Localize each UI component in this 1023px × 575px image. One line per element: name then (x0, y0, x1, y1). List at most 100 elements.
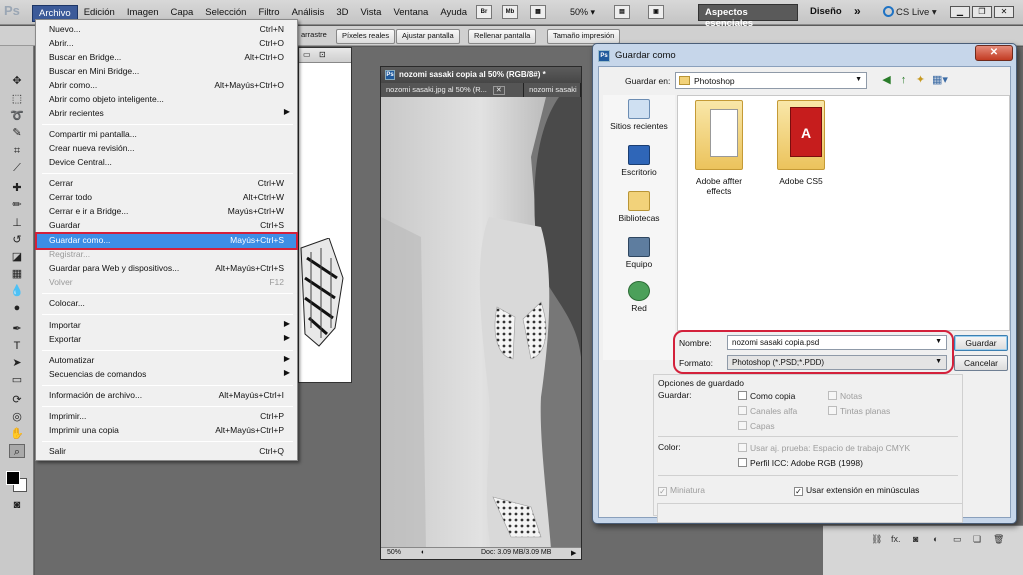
file-item-folder[interactable]: Adobe affter effects (684, 100, 754, 196)
menu-item-imprimir-copia[interactable]: Imprimir una copia Alt+Mayús+Ctrl+P (37, 424, 296, 438)
foreground-color-swatch[interactable] (6, 471, 20, 485)
view-menu-icon[interactable]: ▦▾ (932, 74, 948, 87)
menu-item-registrar[interactable]: Registrar... (37, 248, 296, 262)
workspace-essentials-button[interactable]: Aspectos esenciales (698, 4, 798, 29)
menu-item-crear-revision[interactable]: Crear nueva revisión... (37, 142, 296, 156)
menu-item-cerrar[interactable]: Cerrar Ctrl+W (37, 177, 296, 191)
menu-item-compartir-pantalla[interactable]: Compartir mi pantalla... (37, 128, 296, 142)
file-name-input[interactable]: nozomi sasaki copia.psd ▼ (727, 335, 947, 350)
document-title-bar[interactable]: Ps nozomi sasaki copia al 50% (RGB/8#) * (381, 67, 581, 83)
icc-profile-checkbox[interactable]: Perfil ICC: Adobe RGB (1998) (738, 458, 863, 468)
hand-tool-icon[interactable]: ✋ (9, 427, 25, 441)
place-libraries[interactable]: Bibliotecas (603, 191, 675, 223)
close-window-icon[interactable]: ✕ (994, 6, 1014, 18)
move-tool-icon[interactable]: ✥ (9, 74, 25, 88)
spot-colors-checkbox[interactable]: Tintas planas (828, 406, 890, 416)
status-icon[interactable]: ◐ (421, 549, 425, 556)
shape-tool-icon[interactable]: ▭ (9, 373, 25, 387)
menu-item-device-central[interactable]: Device Central... (37, 156, 296, 170)
quick-mask-icon[interactable]: ◙ (9, 498, 25, 512)
type-tool-icon[interactable]: T (9, 339, 25, 353)
history-brush-tool-icon[interactable]: ↺ (9, 233, 25, 247)
more-workspaces-icon[interactable]: » (848, 2, 867, 19)
new-layer-icon[interactable]: ❏ (973, 534, 981, 545)
document-window[interactable]: Ps nozomi sasaki copia al 50% (RGB/8#) *… (380, 66, 582, 560)
status-zoom[interactable]: 50% (387, 549, 401, 556)
print-size-button[interactable]: Tamaño impresión (547, 29, 621, 44)
menu-item-secuencias[interactable]: Secuencias de comandos ▶ (37, 368, 296, 382)
stamp-tool-icon[interactable]: ⊥ (9, 216, 25, 230)
minimize-icon[interactable]: ▁ (950, 6, 970, 18)
screen-mode-icon[interactable]: ▣ (648, 5, 664, 19)
menu-item-volver[interactable]: Volver F12 (37, 276, 296, 290)
menu-item-salir[interactable]: Salir Ctrl+Q (37, 445, 296, 459)
layers-checkbox[interactable]: Capas (738, 421, 775, 431)
lasso-tool-icon[interactable]: ➰ (9, 109, 25, 123)
arrange-docs-icon[interactable]: ▤ (614, 5, 630, 19)
menu-item-guardar-web[interactable]: Guardar para Web y dispositivos... Alt+Ma… (37, 262, 296, 276)
crop-tool-icon[interactable]: ⌗ (9, 144, 25, 158)
tab-second-document[interactable]: nozomi sasaki (524, 83, 581, 97)
blur-tool-icon[interactable]: 💧 (9, 284, 25, 298)
menu-item-buscar-mini-bridge[interactable]: Buscar en Mini Bridge... (37, 65, 296, 79)
fit-screen-button[interactable]: Ajustar pantalla (396, 29, 460, 44)
fill-screen-button[interactable]: Rellenar pantalla (468, 29, 537, 44)
workspace-design-button[interactable]: Diseño (804, 4, 848, 21)
group-icon[interactable]: ▭ (953, 534, 962, 545)
file-item-folder[interactable]: A Adobe CS5 (766, 100, 836, 186)
menu-item-imprimir[interactable]: Imprimir... Ctrl+P (37, 410, 296, 424)
fx-icon[interactable]: fx. (891, 534, 901, 544)
look-in-select[interactable]: Photoshop ▼ (675, 72, 867, 89)
lowercase-extension-checkbox[interactable]: ✓ Usar extensión en minúsculas (794, 485, 919, 496)
menu-item-cerrar-bridge[interactable]: Cerrar e ir a Bridge... Mayús+Ctrl+W (37, 205, 296, 219)
pen-tool-icon[interactable]: ✒ (9, 322, 25, 336)
eraser-tool-icon[interactable]: ◪ (9, 250, 25, 264)
notes-checkbox[interactable]: Notas (828, 391, 862, 401)
place-desktop[interactable]: Escritorio (603, 145, 675, 177)
gradient-tool-icon[interactable]: ▦ (9, 267, 25, 281)
actual-pixels-button[interactable]: Píxeles reales (336, 29, 396, 44)
menu-vista[interactable]: Vista (355, 5, 388, 22)
eyedropper-tool-icon[interactable]: ⟋ (9, 161, 25, 175)
save-button[interactable]: Guardar (954, 335, 1008, 351)
dialog-close-button[interactable]: ✕ (975, 45, 1013, 61)
zoom-select[interactable]: 50% ▾ (570, 7, 595, 18)
use-proof-checkbox[interactable]: Usar aj. prueba: Espacio de trabajo CMYK (738, 443, 910, 453)
cancel-button[interactable]: Cancelar (954, 355, 1008, 371)
back-icon[interactable]: ◀ (880, 74, 893, 87)
menu-item-automatizar[interactable]: Automatizar ▶ (37, 354, 296, 368)
3d-orbit-tool-icon[interactable]: ◎ (9, 410, 25, 424)
trash-icon[interactable]: 🗑 (993, 534, 1004, 545)
menu-item-informacion-archivo[interactable]: Información de archivo... Alt+Mayús+Ctrl+… (37, 389, 296, 403)
spot-heal-tool-icon[interactable]: ✚ (9, 181, 25, 195)
status-arrow-icon[interactable]: ▶ (571, 549, 576, 557)
scroll-all-option[interactable]: arrastre (296, 29, 332, 44)
new-folder-icon[interactable]: ✦ (914, 74, 927, 87)
menu-item-abrir-recientes[interactable]: Abrir recientes ▶ (37, 107, 296, 121)
close-tab-icon[interactable]: ✕ (492, 86, 505, 95)
cs-live-button[interactable]: CS Live ▾ (883, 6, 937, 18)
menu-item-nuevo[interactable]: Nuevo... Ctrl+N (37, 23, 296, 37)
marquee-tool-icon[interactable]: ⬚ (9, 92, 25, 106)
up-folder-icon[interactable]: ↑ (897, 74, 910, 87)
menu-item-cerrar-todo[interactable]: Cerrar todo Alt+Ctrl+W (37, 191, 296, 205)
menu-item-guardar-como[interactable]: Guardar como... Mayús+Ctrl+S (35, 232, 298, 250)
menu-item-importar[interactable]: Importar ▶ (37, 319, 296, 333)
menu-item-exportar[interactable]: Exportar ▶ (37, 333, 296, 347)
restore-icon[interactable]: ❐ (972, 6, 992, 18)
format-select[interactable]: Photoshop (*.PSD;*.PDD) ▼ (727, 355, 947, 370)
path-select-tool-icon[interactable]: ➤ (9, 356, 25, 370)
menu-item-colocar[interactable]: Colocar... (37, 297, 296, 311)
mask-icon[interactable]: ◙ (913, 534, 918, 544)
as-copy-checkbox[interactable]: Como copia (738, 391, 795, 401)
mini-bridge-icon[interactable]: Mb (502, 5, 518, 19)
doc-minimize-icon[interactable]: ▭ (303, 50, 311, 59)
bridge-icon[interactable]: Br (476, 5, 492, 19)
thumbnail-checkbox[interactable]: ✓ Miniatura (658, 485, 705, 496)
background-document[interactable]: ▭ ⊡ (298, 47, 352, 383)
menu-item-abrir-objeto-inteligente[interactable]: Abrir como objeto inteligente... (37, 93, 296, 107)
doc-restore-icon[interactable]: ⊡ (319, 50, 326, 59)
3d-rotate-tool-icon[interactable]: ⟳ (9, 393, 25, 407)
link-layers-icon[interactable]: ⛓ (871, 534, 882, 545)
place-network[interactable]: Red (603, 281, 675, 313)
